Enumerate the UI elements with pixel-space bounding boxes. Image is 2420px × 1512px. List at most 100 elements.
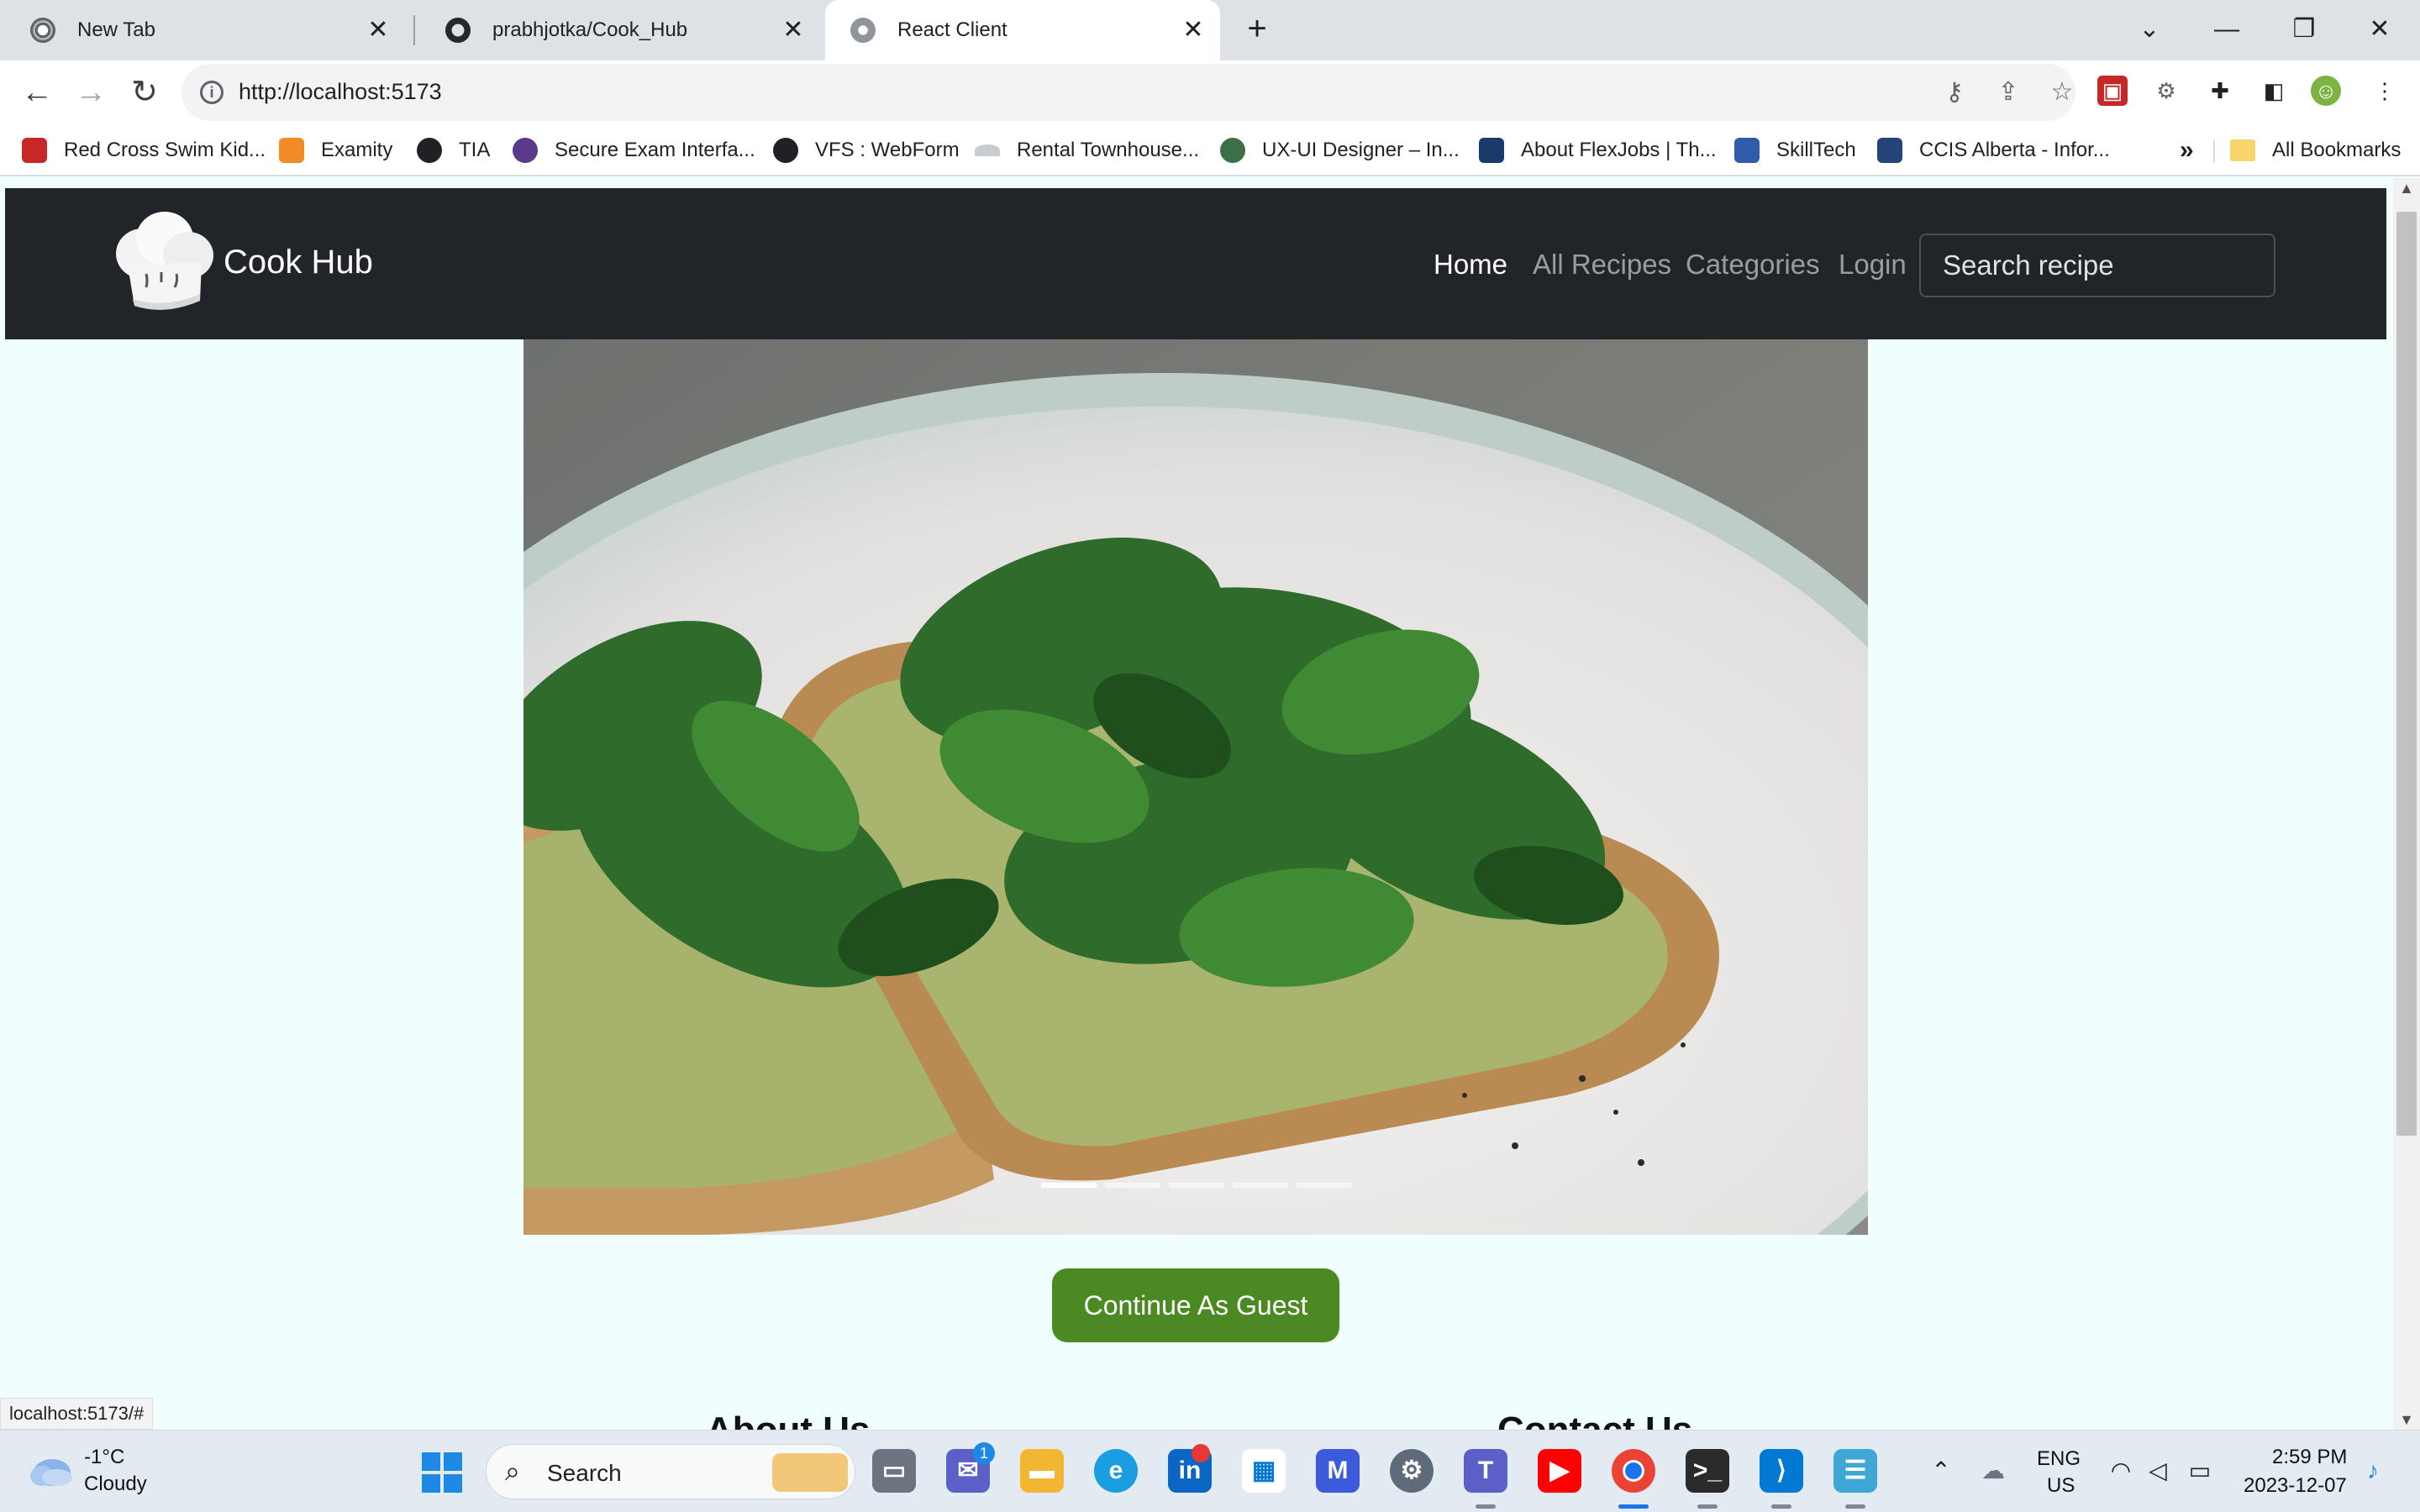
youtube-icon[interactable]: ▶: [1538, 1449, 1581, 1493]
region-indicator[interactable]: US: [2047, 1474, 2075, 1498]
browser-toolbar: ← → ↻ i http://localhost:5173 ⚷ ⇪ ☆ ▣ ⚙ …: [0, 60, 2420, 124]
ms-store-icon[interactable]: ▦: [1242, 1449, 1286, 1493]
address-bar[interactable]: i http://localhost:5173 ⚷ ⇪ ☆: [182, 64, 2075, 121]
tab-react-client[interactable]: React Client ✕: [825, 0, 1220, 60]
clock-date[interactable]: 2023-12-07: [2244, 1474, 2347, 1498]
nav-login[interactable]: Login: [1839, 249, 1907, 281]
hero-carousel[interactable]: [523, 339, 1868, 1235]
carousel-indicator[interactable]: [1105, 1183, 1160, 1188]
bookmark-item[interactable]: VFS : WebForm: [773, 134, 960, 166]
globe-icon: [850, 18, 876, 43]
bookmark-item[interactable]: CCIS Alberta - Infor...: [1877, 134, 2110, 166]
search-recipe-input[interactable]: [1919, 234, 2275, 297]
show-hidden-icons-chevron-icon[interactable]: ⌃: [1926, 1456, 1956, 1486]
reload-icon[interactable]: ↻: [124, 72, 165, 113]
language-indicator[interactable]: ENG: [2037, 1447, 2081, 1471]
nav-home[interactable]: Home: [1434, 249, 1507, 281]
close-tab-icon[interactable]: ✕: [778, 15, 808, 45]
new-tab-button[interactable]: +: [1239, 12, 1276, 49]
chrome-icon[interactable]: [1612, 1449, 1655, 1493]
bookmark-item[interactable]: About FlexJobs | Th...: [1479, 134, 1717, 166]
edge-icon[interactable]: e: [1094, 1449, 1138, 1493]
site-info-icon[interactable]: i: [200, 81, 224, 104]
bookmark-item[interactable]: TIA: [417, 134, 490, 166]
weather-description[interactable]: Cloudy: [84, 1473, 147, 1496]
folder-icon: [2230, 139, 2255, 161]
close-window-icon[interactable]: ✕: [2354, 8, 2405, 50]
bookmark-item[interactable]: Rental Townhouse...: [975, 134, 1199, 166]
terminal-icon[interactable]: >_: [1686, 1449, 1729, 1493]
globe-icon: [417, 138, 442, 163]
nav-all-recipes[interactable]: All Recipes: [1533, 249, 1671, 281]
close-tab-icon[interactable]: ✕: [1178, 15, 1208, 45]
extensions-puzzle-icon[interactable]: ✚: [2205, 76, 2235, 106]
carousel-indicator[interactable]: [1041, 1183, 1097, 1188]
continue-as-guest-button[interactable]: Continue As Guest: [1052, 1268, 1339, 1342]
battery-icon[interactable]: ▭: [2185, 1456, 2215, 1486]
running-indicator: [1845, 1504, 1865, 1509]
page-scrollbar[interactable]: ▲ ▼: [2393, 178, 2420, 1430]
bookmark-item[interactable]: Red Cross Swim Kid...: [22, 134, 266, 166]
profile-avatar-icon[interactable]: ☺: [2311, 76, 2341, 106]
site-navbar: Cook Hub Home All Recipes Categories Log…: [5, 188, 2386, 339]
restore-icon[interactable]: ❐: [2279, 8, 2329, 50]
forward-arrow-icon[interactable]: →: [71, 72, 111, 113]
volume-icon[interactable]: ◁: [2143, 1456, 2173, 1486]
cloudy-weather-icon[interactable]: [27, 1449, 74, 1491]
tab-divider: [413, 15, 415, 45]
chef-hat-logo-icon[interactable]: [109, 207, 218, 316]
scroll-up-icon[interactable]: ▲: [2393, 178, 2420, 198]
tab-title: React Client: [897, 18, 1007, 41]
carousel-indicator[interactable]: [1169, 1183, 1224, 1188]
windows-start-icon[interactable]: [422, 1452, 462, 1493]
tab-search-chevron-icon[interactable]: ⌄: [2124, 8, 2175, 50]
clock-time[interactable]: 2:59 PM: [2272, 1446, 2347, 1469]
close-tab-icon[interactable]: ✕: [363, 15, 393, 45]
search-highlight-icon: [772, 1453, 848, 1492]
visual-studio-icon[interactable]: M: [1316, 1449, 1360, 1493]
food-photo: [523, 339, 1868, 1235]
about-us-heading: About Us: [706, 1410, 871, 1430]
nav-categories[interactable]: Categories: [1686, 249, 1820, 281]
onedrive-cloud-icon[interactable]: ☁: [1978, 1456, 2008, 1486]
running-indicator: [1476, 1504, 1496, 1509]
scrollbar-thumb[interactable]: [2396, 212, 2417, 1136]
scroll-down-icon[interactable]: ▼: [2393, 1410, 2420, 1430]
ccis-icon: [1877, 138, 1902, 163]
vscode-icon[interactable]: ⟩: [1760, 1449, 1803, 1493]
bookmark-item[interactable]: SkillTech: [1734, 134, 1856, 166]
carousel-indicator[interactable]: [1297, 1183, 1352, 1188]
carousel-indicator[interactable]: [1233, 1183, 1288, 1188]
chrome-menu-icon[interactable]: ⋮: [2370, 76, 2400, 106]
all-bookmarks-folder[interactable]: All Bookmarks: [2230, 134, 2401, 166]
bookmark-star-icon[interactable]: ☆: [2045, 76, 2079, 109]
bookmark-item[interactable]: Examity: [279, 134, 392, 166]
chat-badge: 1: [973, 1442, 995, 1464]
back-arrow-icon[interactable]: ←: [17, 72, 57, 113]
notification-bell-icon[interactable]: ♪: [2358, 1456, 2388, 1486]
active-indicator: [1618, 1504, 1649, 1509]
notepad-icon[interactable]: ☰: [1833, 1449, 1877, 1493]
wifi-icon[interactable]: ◠: [2106, 1456, 2136, 1486]
extension-red-icon[interactable]: ▣: [2097, 76, 2128, 106]
skilltech-icon: [1734, 138, 1760, 163]
extension-gear-icon[interactable]: ⚙: [2151, 76, 2181, 106]
tab-github[interactable]: prabhjotka/Cook_Hub ✕: [420, 0, 820, 60]
bookmarks-bar: Red Cross Swim Kid... Examity TIA Secure…: [0, 124, 2420, 176]
file-explorer-icon[interactable]: ▬: [1020, 1449, 1064, 1493]
bookmark-item[interactable]: UX-UI Designer – In...: [1220, 134, 1460, 166]
side-panel-icon[interactable]: ◧: [2259, 76, 2289, 106]
task-view-icon[interactable]: ▭: [872, 1449, 916, 1493]
site-brand[interactable]: Cook Hub: [224, 244, 373, 281]
weather-temperature[interactable]: -1°C: [84, 1446, 124, 1469]
share-icon[interactable]: ⇪: [1991, 76, 2025, 109]
settings-icon[interactable]: ⚙: [1390, 1449, 1434, 1493]
password-key-icon[interactable]: ⚷: [1938, 76, 1971, 109]
tab-new-tab[interactable]: New Tab ✕: [5, 0, 405, 60]
minimize-icon[interactable]: —: [2202, 8, 2252, 50]
bookmark-item[interactable]: Secure Exam Interfa...: [513, 134, 755, 166]
teams-icon[interactable]: T: [1464, 1449, 1507, 1493]
taskbar-search-box[interactable]: ⌕ Search: [486, 1444, 855, 1499]
address-bar-url[interactable]: http://localhost:5173: [239, 79, 442, 105]
bookmarks-overflow-button[interactable]: »: [2180, 134, 2194, 166]
